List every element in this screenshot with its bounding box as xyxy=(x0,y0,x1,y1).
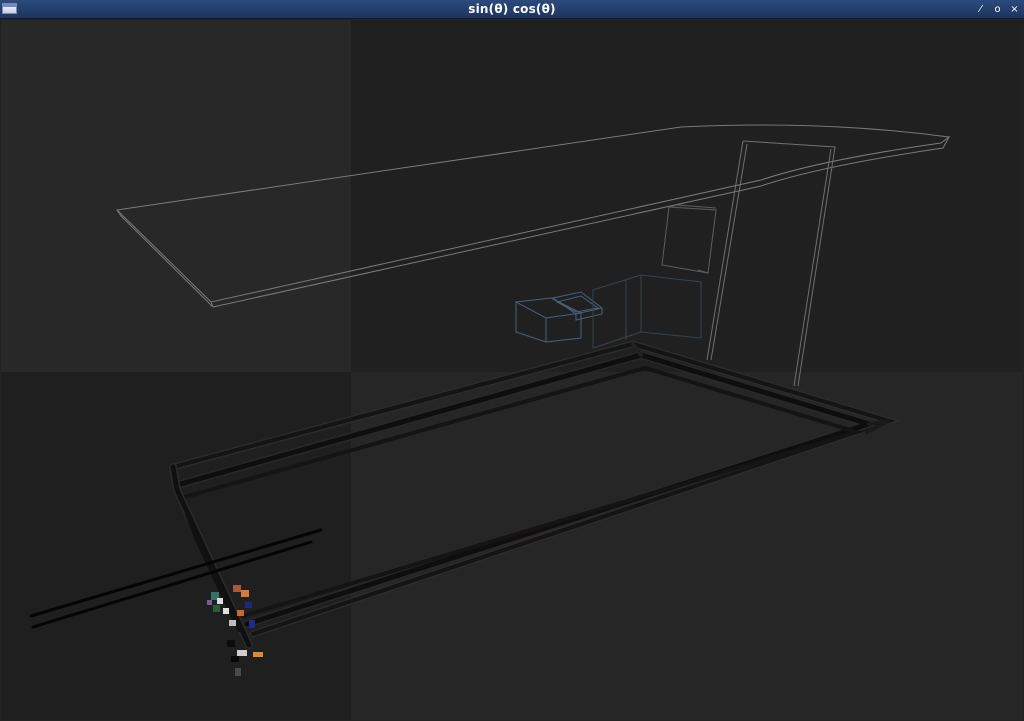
close-icon[interactable]: × xyxy=(1009,1,1020,18)
robot-part xyxy=(249,620,255,628)
minimize-icon[interactable]: ⁄ xyxy=(975,1,986,18)
window-title: sin(θ) cos(θ) xyxy=(468,2,556,16)
window-controls: ⁄ o × xyxy=(975,1,1020,18)
robot-part xyxy=(235,668,241,676)
robot-part xyxy=(227,640,235,647)
robot-part xyxy=(233,585,241,592)
robot-part xyxy=(237,610,244,616)
robot-part xyxy=(223,608,229,614)
robot-part xyxy=(237,650,247,656)
robot-part xyxy=(207,600,212,605)
3d-viewport[interactable] xyxy=(1,20,1023,720)
robot-part xyxy=(229,620,236,626)
app-window: sin(θ) cos(θ) ⁄ o × xyxy=(0,0,1024,721)
robot-part xyxy=(253,652,263,657)
title-bar[interactable]: sin(θ) cos(θ) ⁄ o × xyxy=(0,0,1024,19)
maximize-icon[interactable]: o xyxy=(992,1,1003,18)
scene-canvas xyxy=(1,20,1023,720)
robot-part xyxy=(217,598,223,604)
robot-part xyxy=(245,602,252,608)
robot-part xyxy=(241,590,249,597)
robot-part xyxy=(231,656,239,662)
robot-part xyxy=(213,605,220,612)
bg-quadrant-top-left xyxy=(1,20,351,372)
